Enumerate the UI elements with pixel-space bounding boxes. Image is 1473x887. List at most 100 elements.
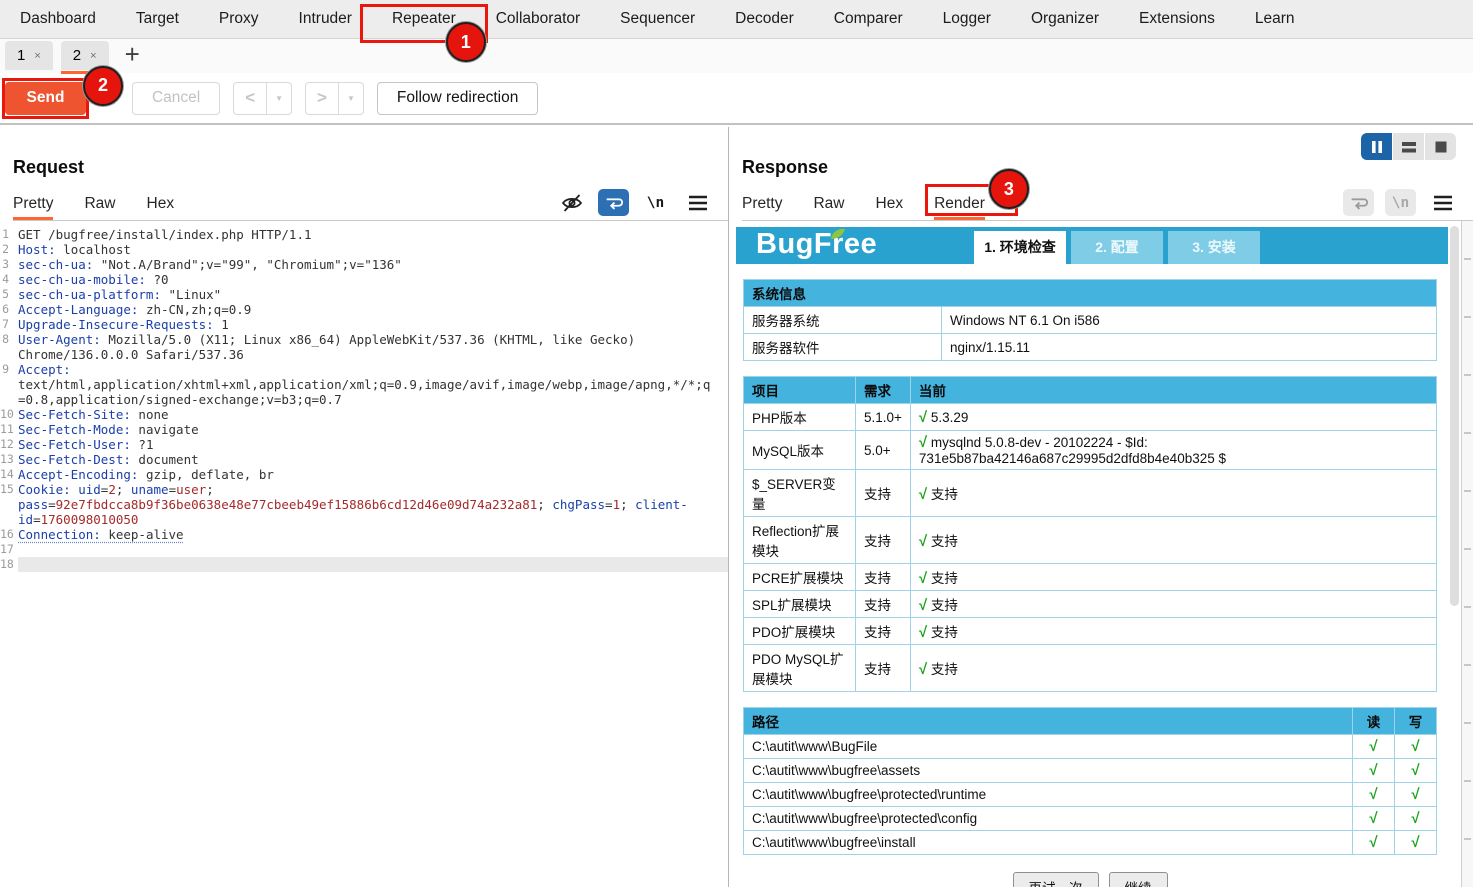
requirement-current-text: 支持 bbox=[927, 598, 958, 613]
repeater-tab-1[interactable]: 1× bbox=[5, 41, 53, 70]
request-line-11[interactable]: 11Sec-Fetch-Mode: navigate bbox=[0, 422, 728, 437]
request-line-14[interactable]: 14Accept-Encoding: gzip, deflate, br bbox=[0, 467, 728, 482]
install-step-tabs: 1. 环境检查2. 配置3. 安装 bbox=[974, 231, 1260, 264]
requirement-current-text: 支持 bbox=[927, 571, 958, 586]
request-line-5[interactable]: 5sec-ch-ua-platform: "Linux" bbox=[0, 287, 728, 302]
check-icon: √ bbox=[1369, 810, 1377, 827]
install-step-2[interactable]: 2. 配置 bbox=[1071, 231, 1163, 264]
menu-item-logger[interactable]: Logger bbox=[923, 0, 1011, 38]
menu-item-comparer[interactable]: Comparer bbox=[814, 0, 923, 38]
request-line-18[interactable]: 18 bbox=[0, 557, 728, 572]
check-icon: √ bbox=[919, 486, 927, 503]
send-button[interactable]: Send 2 bbox=[5, 82, 86, 115]
request-editor[interactable]: 1GET /bugfree/install/index.php HTTP/1.1… bbox=[0, 221, 728, 887]
line-number: 4 bbox=[0, 272, 18, 287]
request-line-15[interactable]: 15Cookie: uid=2; uname=user; pass=92e7fb… bbox=[0, 482, 728, 527]
menu-item-target[interactable]: Target bbox=[116, 0, 199, 38]
request-line-16[interactable]: 16Connection: keep-alive bbox=[0, 527, 728, 542]
request-line-12[interactable]: 12Sec-Fetch-User: ?1 bbox=[0, 437, 728, 452]
scroll-marker-strip[interactable] bbox=[1461, 221, 1473, 887]
response-tab-pretty[interactable]: Pretty bbox=[742, 187, 782, 220]
requirement-current: √ mysqlnd 5.0.8-dev - 20102224 - $Id: 73… bbox=[910, 431, 1436, 470]
response-tab-label: Pretty bbox=[742, 195, 782, 213]
request-line-8[interactable]: 8User-Agent: Mozilla/5.0 (X11; Linux x86… bbox=[0, 332, 728, 362]
check-icon: √ bbox=[919, 570, 927, 587]
newline-icon[interactable]: \n bbox=[1385, 189, 1416, 216]
path-value: C:\autit\www\BugFile bbox=[744, 735, 1353, 759]
code-segment: 92e7fbdcca8b9f36be0638e48e77cbeeb49ef158… bbox=[56, 497, 538, 512]
request-line-17[interactable]: 17 bbox=[0, 542, 728, 557]
continue-button[interactable]: 继续 bbox=[1109, 872, 1168, 887]
newline-icon[interactable]: \n bbox=[640, 189, 671, 216]
menu-item-repeater[interactable]: Repeater1 bbox=[372, 0, 476, 38]
menu-icon[interactable] bbox=[682, 189, 713, 216]
response-tab-render[interactable]: Render3 bbox=[934, 187, 985, 220]
menu-item-organizer[interactable]: Organizer bbox=[1011, 0, 1119, 38]
close-icon[interactable]: × bbox=[34, 50, 40, 62]
menu-item-collaborator[interactable]: Collaborator bbox=[476, 0, 600, 38]
chevron-down-icon[interactable]: ▼ bbox=[339, 94, 363, 103]
table-row: 服务器系统Windows NT 6.1 On i586 bbox=[744, 307, 1437, 334]
soft-wrap-icon[interactable] bbox=[598, 189, 629, 216]
requirement-current: √ 支持 bbox=[910, 591, 1436, 618]
request-tab-raw[interactable]: Raw bbox=[84, 187, 115, 220]
request-line-10[interactable]: 10Sec-Fetch-Site: none bbox=[0, 407, 728, 422]
menu-item-learn[interactable]: Learn bbox=[1235, 0, 1315, 38]
request-line-4[interactable]: 4sec-ch-ua-mobile: ?0 bbox=[0, 272, 728, 287]
follow-redirection-button[interactable]: Follow redirection bbox=[377, 82, 538, 115]
menu-icon[interactable] bbox=[1427, 189, 1458, 216]
requirement-needed: 支持 bbox=[856, 517, 911, 564]
menu-item-decoder[interactable]: Decoder bbox=[715, 0, 814, 38]
path-readable: √ bbox=[1353, 735, 1395, 759]
request-line-13[interactable]: 13Sec-Fetch-Dest: document bbox=[0, 452, 728, 467]
scroll-marker-tick bbox=[1464, 606, 1471, 608]
request-line-3[interactable]: 3sec-ch-ua: "Not.A/Brand";v="99", "Chrom… bbox=[0, 257, 728, 272]
render-scrollbar[interactable] bbox=[1450, 226, 1459, 606]
code-segment: User-Agent: bbox=[18, 332, 101, 347]
requirement-item: $_SERVER变量 bbox=[744, 470, 856, 517]
check-icon: √ bbox=[919, 661, 927, 678]
menu-item-sequencer[interactable]: Sequencer bbox=[600, 0, 715, 38]
check-icon: √ bbox=[1369, 834, 1377, 851]
gear-icon[interactable]: ⚙ bbox=[101, 86, 119, 111]
response-tab-hex[interactable]: Hex bbox=[876, 187, 904, 220]
menu-item-intruder[interactable]: Intruder bbox=[279, 0, 372, 38]
soft-wrap-icon[interactable] bbox=[1343, 189, 1374, 216]
forward-button[interactable]: > ▼ bbox=[305, 82, 364, 115]
path-readable: √ bbox=[1353, 807, 1395, 831]
hide-icon[interactable] bbox=[556, 189, 587, 216]
request-tab-pretty[interactable]: Pretty bbox=[13, 187, 53, 220]
send-button-label: Send bbox=[27, 89, 65, 106]
menu-item-extensions[interactable]: Extensions bbox=[1119, 0, 1235, 38]
code-segment: 2 bbox=[108, 482, 116, 497]
request-tab-hex[interactable]: Hex bbox=[147, 187, 175, 220]
add-tab-button[interactable]: + bbox=[117, 39, 148, 70]
response-tab-raw[interactable]: Raw bbox=[813, 187, 844, 220]
code-segment: Accept-Encoding: bbox=[18, 467, 138, 482]
request-line-2[interactable]: 2Host: localhost bbox=[0, 242, 728, 257]
scroll-marker-tick bbox=[1464, 780, 1471, 782]
menu-item-dashboard[interactable]: Dashboard bbox=[0, 0, 116, 38]
request-line-9[interactable]: 9Accept: text/html,application/xhtml+xml… bbox=[0, 362, 728, 407]
install-step-1[interactable]: 1. 环境检查 bbox=[974, 231, 1066, 264]
repeater-tab-label: 2 bbox=[73, 47, 81, 64]
repeater-tab-2[interactable]: 2× bbox=[61, 41, 109, 70]
close-icon[interactable]: × bbox=[90, 50, 96, 62]
code-segment: text/html,application/xhtml+xml,applicat… bbox=[18, 362, 710, 407]
back-button[interactable]: < ▼ bbox=[233, 82, 292, 115]
line-number: 12 bbox=[0, 437, 18, 452]
response-render-view: BugFree 1. 环境检查2. 配置3. 安装 系统信息 服务器系统Wind… bbox=[729, 221, 1473, 887]
line-number: 15 bbox=[0, 482, 18, 527]
request-line-7[interactable]: 7Upgrade-Insecure-Requests: 1 bbox=[0, 317, 728, 332]
path-value: C:\autit\www\bugfree\protected\runtime bbox=[744, 783, 1353, 807]
code-segment: gzip, deflate, br bbox=[138, 467, 273, 482]
request-line-6[interactable]: 6Accept-Language: zh-CN,zh;q=0.9 bbox=[0, 302, 728, 317]
chevron-down-icon[interactable]: ▼ bbox=[267, 94, 291, 103]
requirement-needed: 支持 bbox=[856, 564, 911, 591]
request-line-1[interactable]: 1GET /bugfree/install/index.php HTTP/1.1 bbox=[0, 227, 728, 242]
code-segment: keep-alive bbox=[101, 527, 184, 542]
menu-item-proxy[interactable]: Proxy bbox=[199, 0, 279, 38]
cancel-button[interactable]: Cancel bbox=[132, 82, 220, 115]
install-step-3[interactable]: 3. 安装 bbox=[1168, 231, 1260, 264]
retry-button[interactable]: 再试一次 bbox=[1013, 872, 1099, 887]
